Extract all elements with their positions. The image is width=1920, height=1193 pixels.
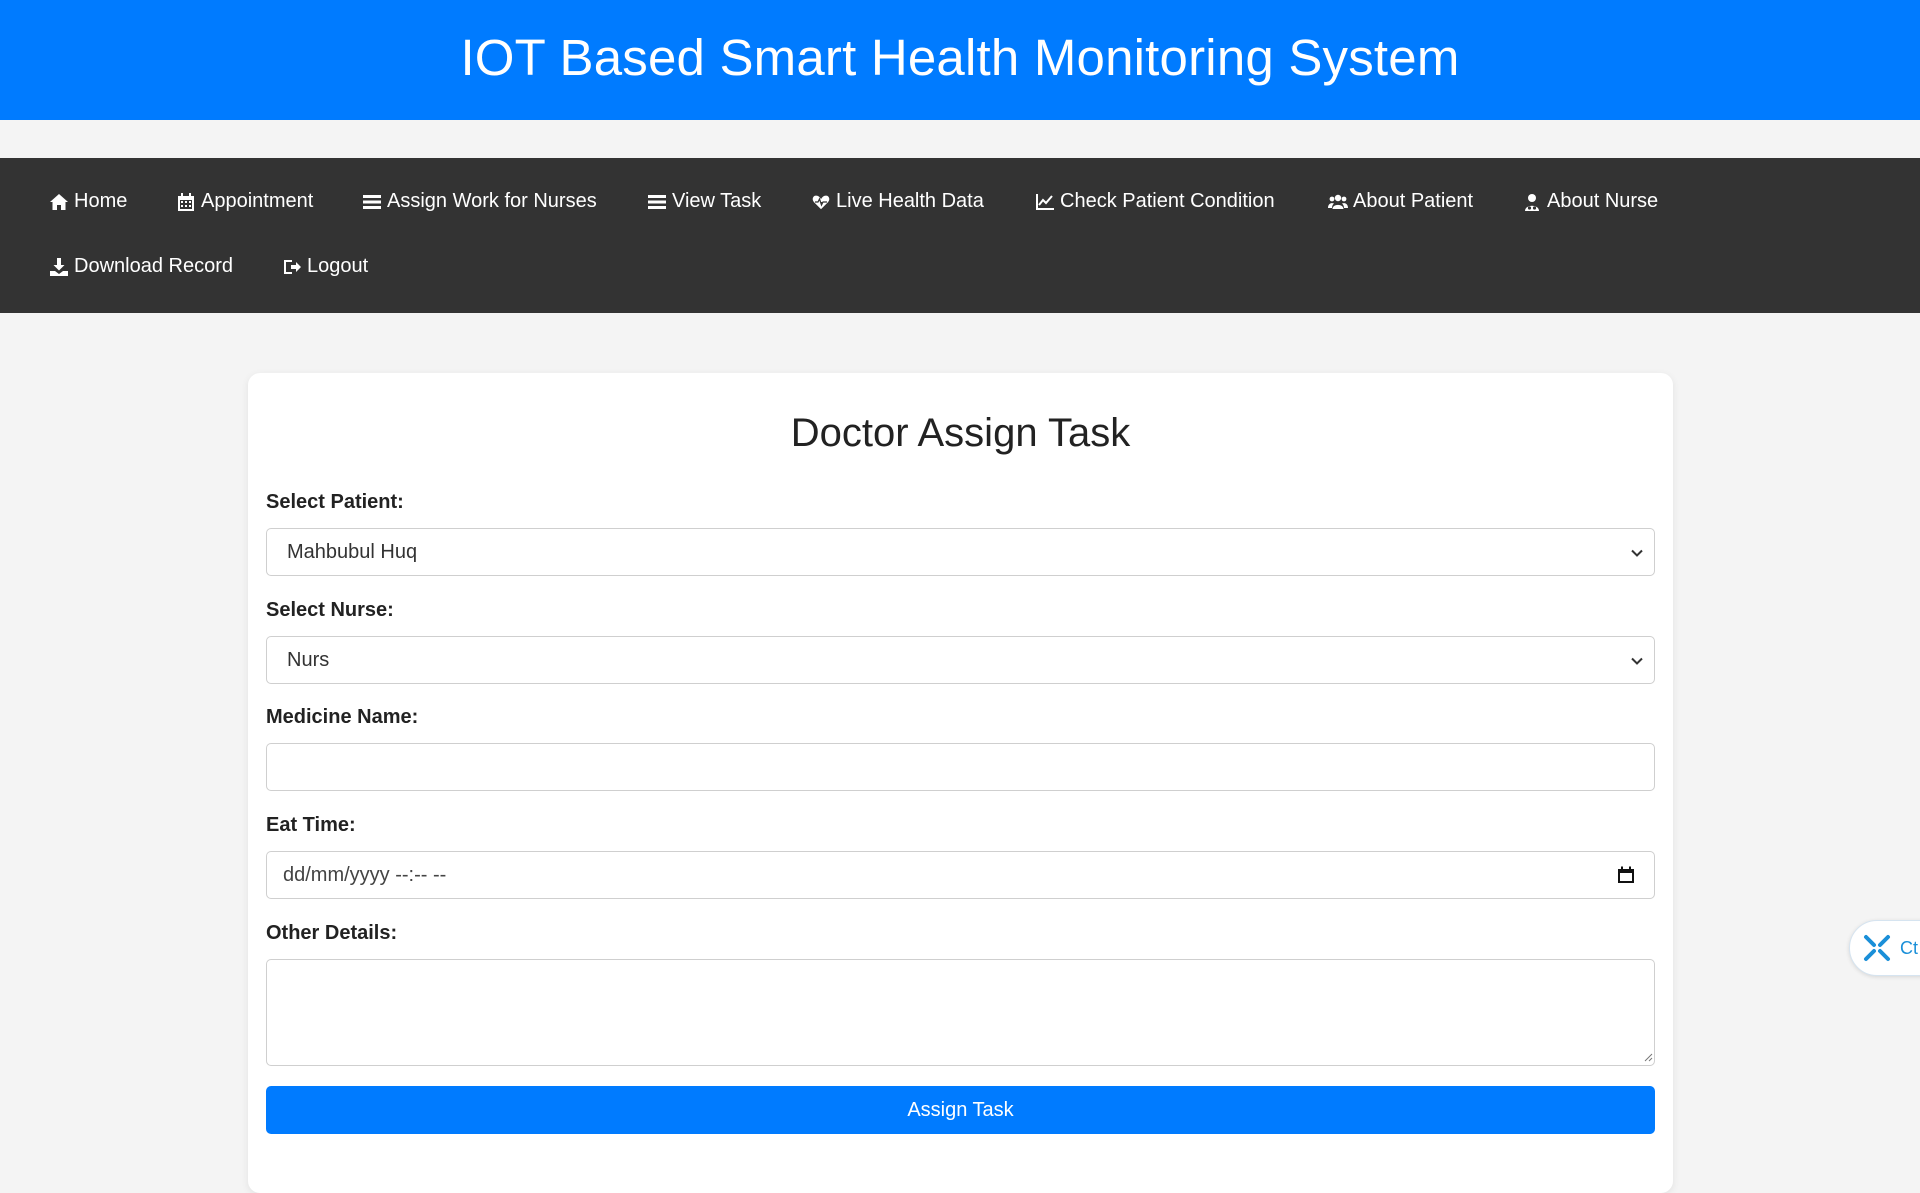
nav-about-nurse[interactable]: About Nurse <box>1522 190 1658 213</box>
floating-extension-widget[interactable]: Ct <box>1849 920 1920 976</box>
download-icon <box>50 257 68 276</box>
nurse-label: Select Nurse: <box>266 599 394 621</box>
nav-appointment[interactable]: Appointment <box>176 190 313 213</box>
patient-select[interactable]: Mahbubul Huq <box>266 528 1655 576</box>
resize-grip-icon[interactable] <box>1643 1052 1653 1062</box>
user-nurse-icon <box>1525 193 1539 211</box>
home-icon <box>50 193 68 210</box>
eat-time-placeholder: dd/mm/yyyy --:-- -- <box>283 863 447 886</box>
nav-download-record[interactable]: Download Record <box>49 255 233 278</box>
details-textarea[interactable] <box>266 959 1655 1066</box>
form-title: Doctor Assign Task <box>790 411 1131 455</box>
nav-appointment-label: Appointment <box>201 190 314 212</box>
nav-assign-work[interactable]: Assign Work for Nurses <box>362 190 597 213</box>
app-header: IOT Based Smart Health Monitoring System <box>0 0 1920 120</box>
nav-assign-work-label: Assign Work for Nurses <box>387 190 597 212</box>
assign-task-button[interactable]: Assign Task <box>266 1086 1655 1134</box>
extension-icon <box>1864 935 1890 961</box>
calendar-picker-icon[interactable] <box>1616 865 1636 885</box>
nurse-select[interactable]: Nurs <box>266 636 1655 684</box>
nav-home[interactable]: Home <box>49 190 127 213</box>
users-icon <box>1328 194 1348 209</box>
nav-live-health-data[interactable]: Live Health Data <box>811 190 984 213</box>
nav-logout-label: Logout <box>307 255 369 277</box>
nav-live-health-data-label: Live Health Data <box>836 190 984 212</box>
nurse-select-value: Nurs <box>287 648 330 671</box>
details-label: Other Details: <box>266 922 398 944</box>
nav-about-nurse-label: About Nurse <box>1547 190 1659 212</box>
patient-select-value: Mahbubul Huq <box>287 540 418 563</box>
nav-about-patient-label: About Patient <box>1353 190 1474 212</box>
nav-download-record-label: Download Record <box>74 255 233 277</box>
nav-check-patient-condition-label: Check Patient Condition <box>1060 190 1275 212</box>
chevron-down-icon <box>1631 549 1643 557</box>
calendar-icon <box>178 192 194 211</box>
list-icon <box>648 194 666 209</box>
nav-view-task-label: View Task <box>672 190 762 212</box>
list-icon <box>363 194 381 209</box>
main-nav <box>0 158 1920 313</box>
floating-widget-label: Ct <box>1900 937 1918 958</box>
assign-task-card: Doctor Assign Task Select Patient: Mahbu… <box>248 373 1673 1193</box>
nav-view-task[interactable]: View Task <box>647 190 761 213</box>
line-chart-icon <box>1036 193 1054 210</box>
patient-label: Select Patient: <box>266 491 404 513</box>
sign-out-icon <box>284 259 301 274</box>
app-title: IOT Based Smart Health Monitoring System <box>460 28 1460 86</box>
heartbeat-icon <box>811 193 831 211</box>
eat-time-label: Eat Time: <box>266 814 356 836</box>
nav-about-patient[interactable]: About Patient <box>1328 190 1473 213</box>
nav-home-label: Home <box>74 190 128 212</box>
medicine-label: Medicine Name: <box>266 706 419 728</box>
chevron-down-icon <box>1631 657 1643 665</box>
nav-logout[interactable]: Logout <box>282 255 368 278</box>
nav-check-patient-condition[interactable]: Check Patient Condition <box>1035 190 1275 213</box>
eat-time-input[interactable]: dd/mm/yyyy --:-- -- <box>266 851 1655 899</box>
medicine-input[interactable] <box>266 743 1655 791</box>
